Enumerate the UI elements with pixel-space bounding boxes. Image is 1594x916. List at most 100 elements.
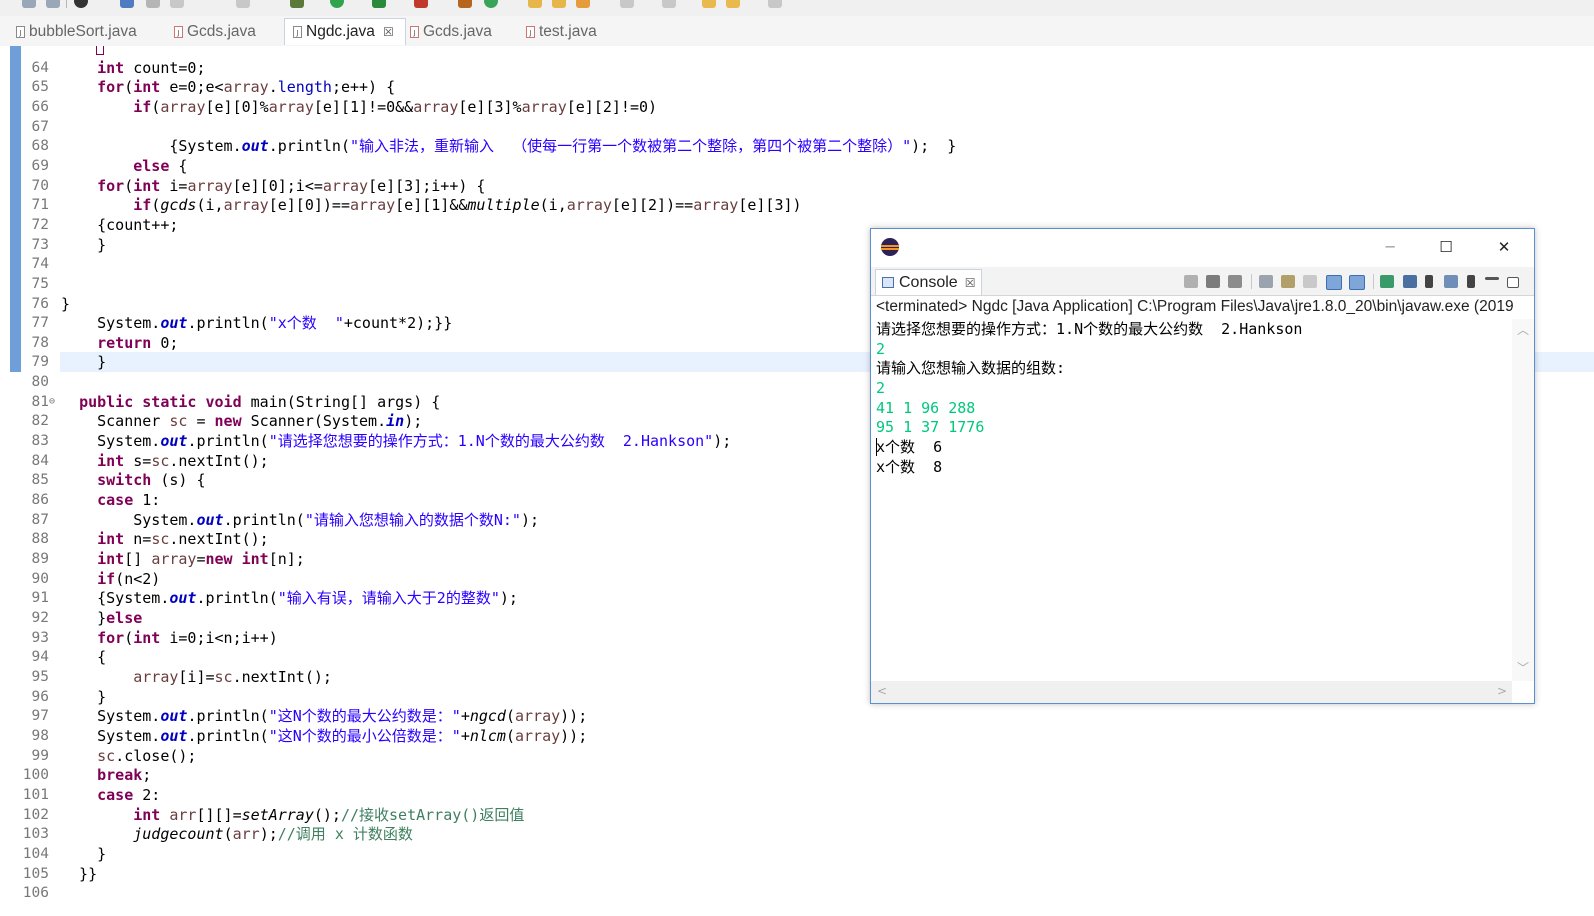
- scroll-down-icon[interactable]: ﹀: [1517, 659, 1529, 676]
- code-comment: //接收setArray()返回值: [340, 806, 525, 824]
- tab-gcds[interactable]: J Gcds.java: [166, 18, 264, 45]
- string-literal: "x个数 ": [268, 314, 344, 332]
- search-icon[interactable]: [120, 0, 134, 8]
- remove-launch-icon[interactable]: [1206, 275, 1220, 288]
- line-number: 97: [31, 708, 49, 724]
- remove-all-launches-icon[interactable]: [1228, 275, 1242, 288]
- horizontal-scrollbar[interactable]: < >: [871, 681, 1512, 703]
- forward-icon[interactable]: [726, 0, 740, 8]
- console-input-line: 41 1 96 288: [876, 399, 976, 417]
- file-icon: J: [526, 25, 535, 38]
- line-number: 75: [31, 276, 49, 292]
- tab-label: Gcds.java: [423, 22, 492, 40]
- editor-tab-bar: J bubbleSort.java J Gcds.java J Ngdc.jav…: [0, 16, 1594, 47]
- scroll-right-icon[interactable]: >: [1497, 684, 1507, 698]
- line-number: 79: [31, 354, 49, 370]
- refresh-icon[interactable]: [484, 0, 498, 8]
- vertical-scrollbar[interactable]: ︿ ﹀: [1512, 319, 1534, 681]
- tool-icon[interactable]: [236, 0, 250, 8]
- tab-console[interactable]: Console ☒: [875, 269, 983, 295]
- word-wrap-icon[interactable]: [1303, 275, 1317, 288]
- line-number: 72: [31, 217, 49, 233]
- line-number: 83: [31, 433, 49, 449]
- console-input-line: 95 1 37 1776: [876, 418, 985, 436]
- run-icon[interactable]: [330, 0, 344, 8]
- tab-label: Gcds.java: [187, 22, 256, 40]
- package-icon[interactable]: [458, 0, 472, 8]
- file-icon: J: [16, 25, 25, 38]
- clear-console-icon[interactable]: [1259, 275, 1273, 288]
- tab-label: Ngdc.java: [306, 23, 375, 40]
- annotation-icon[interactable]: [620, 0, 634, 8]
- console-input-line: 2: [876, 379, 886, 397]
- text-cursor: [876, 438, 877, 456]
- save-all-icon[interactable]: [46, 0, 60, 8]
- console-line: 请选择您想要的操作方式：1.N个数的最大公约数 2.Hankson: [876, 320, 1303, 338]
- new-icon[interactable]: [74, 0, 88, 8]
- line-number: 71: [31, 197, 49, 213]
- chevron-down-icon[interactable]: [1467, 275, 1475, 288]
- back-icon[interactable]: [702, 0, 716, 8]
- line-number: 78: [31, 335, 49, 351]
- chevron-down-icon[interactable]: [1425, 275, 1433, 288]
- line-number: 85: [31, 472, 49, 488]
- string-literal: "请输入您想输入的数据个数N:": [304, 511, 521, 529]
- show-on-stdout-icon[interactable]: [1326, 275, 1342, 290]
- tab-gcds-2[interactable]: J Gcds.java: [402, 18, 500, 45]
- edit-icon[interactable]: [576, 0, 590, 8]
- close-tab-icon[interactable]: ☒: [383, 25, 394, 39]
- line-number: 68: [31, 138, 49, 154]
- string-literal: "输入有误，请输入大于2的整数": [277, 589, 500, 607]
- line-number: 101: [22, 787, 49, 803]
- line-number: 67: [31, 119, 49, 135]
- file-icon: J: [410, 25, 419, 38]
- show-on-stderr-icon[interactable]: [1349, 275, 1365, 290]
- open-console-icon[interactable]: [1444, 275, 1458, 288]
- folder-open-icon[interactable]: [552, 0, 566, 8]
- save-icon[interactable]: [22, 0, 36, 8]
- nav-icon[interactable]: [662, 0, 676, 8]
- string-literal: "请选择您想要的操作方式：1.N个数的最大公约数 2.Hankson": [268, 432, 714, 450]
- run-ext-icon[interactable]: [372, 0, 386, 8]
- console-titlebar[interactable]: ─ ☐ ✕: [871, 229, 1534, 267]
- pin-icon[interactable]: [1380, 275, 1394, 288]
- line-number: 77: [31, 315, 49, 331]
- close-icon[interactable]: ✕: [1491, 235, 1517, 259]
- fold-icon[interactable]: ⊖: [49, 392, 55, 412]
- external-tools-icon[interactable]: [414, 0, 428, 8]
- console-output[interactable]: 请选择您想要的操作方式：1.N个数的最大公约数 2.Hankson 2 请输入您…: [871, 319, 1512, 679]
- line-number: 70: [31, 178, 49, 194]
- tab-ngdc[interactable]: J Ngdc.java ☒: [284, 18, 406, 45]
- console-window[interactable]: ─ ☐ ✕ Console ☒ <terminated> Ngdc [Java …: [870, 228, 1535, 704]
- console-line: x个数 6: [876, 438, 943, 456]
- terminate-icon[interactable]: [1184, 275, 1198, 288]
- tool-icon[interactable]: [146, 0, 160, 8]
- tool-icon[interactable]: [170, 0, 184, 8]
- line-number: 84: [31, 453, 49, 469]
- line-number: 86: [31, 492, 49, 508]
- folder-icon[interactable]: [528, 0, 542, 8]
- line-number: 73: [31, 237, 49, 253]
- tab-bubblesort[interactable]: J bubbleSort.java: [8, 18, 145, 45]
- tab-test[interactable]: J test.java: [518, 18, 605, 45]
- scroll-lock-icon[interactable]: [1281, 275, 1295, 288]
- debug-icon[interactable]: [290, 0, 304, 8]
- line-number: 88: [31, 531, 49, 547]
- line-number: 102: [22, 807, 49, 823]
- view-maximize-icon[interactable]: [1507, 277, 1519, 288]
- maximize-icon[interactable]: ☐: [1433, 235, 1459, 259]
- string-literal: "输入非法，重新输入 （使每一行第一个数被第二个整除，第四个被第二个整除）": [350, 137, 912, 155]
- display-console-icon[interactable]: [1403, 275, 1417, 288]
- console-tab-label: Console: [899, 273, 958, 291]
- toolbar-separator: [1251, 274, 1252, 289]
- scroll-left-icon[interactable]: <: [877, 684, 887, 698]
- scroll-up-icon[interactable]: ︿: [1517, 321, 1529, 338]
- nav-forward-icon[interactable]: [768, 0, 782, 8]
- bookmark-icon: [96, 46, 104, 55]
- minimize-icon[interactable]: ─: [1377, 235, 1403, 259]
- line-number: 99: [31, 748, 49, 764]
- close-console-tab-icon[interactable]: ☒: [965, 276, 976, 290]
- line-number: 106: [22, 885, 49, 901]
- view-minimize-icon[interactable]: [1485, 277, 1499, 280]
- console-icon: [882, 277, 894, 288]
